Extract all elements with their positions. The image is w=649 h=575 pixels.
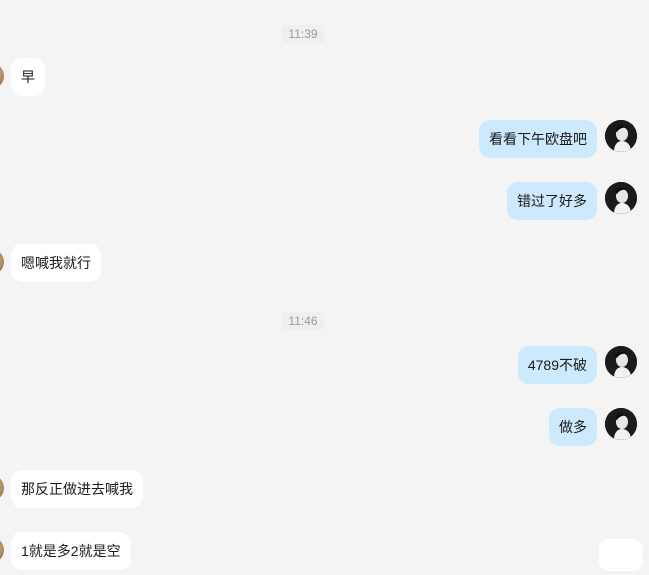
partial-message-bubble[interactable]	[599, 539, 643, 571]
contact-avatar-icon[interactable]	[0, 249, 4, 275]
message-bubble-incoming[interactable]: 嗯喊我就行	[11, 244, 101, 282]
timestamp-label: 11:46	[282, 312, 324, 330]
message-bubble-outgoing[interactable]: 看看下午欧盘吧	[479, 120, 597, 158]
message-bubble-outgoing[interactable]: 做多	[549, 408, 597, 446]
message-bubble-incoming[interactable]: 早	[11, 58, 45, 96]
timestamp-label: 11:39	[282, 25, 324, 43]
message-bubble-incoming[interactable]: 1就是多2就是空	[11, 532, 131, 570]
contact-avatar-icon[interactable]	[0, 63, 4, 89]
timestamp: 11:39	[0, 25, 606, 43]
timestamp: 11:46	[0, 312, 606, 330]
contact-avatar-icon[interactable]	[0, 537, 4, 563]
message-bubble-outgoing[interactable]: 4789不破	[517, 346, 597, 384]
user-avatar-icon[interactable]	[605, 182, 637, 214]
user-avatar-icon[interactable]	[605, 408, 637, 440]
message-bubble-outgoing[interactable]: 错过了好多	[507, 182, 597, 220]
user-avatar-icon[interactable]	[605, 120, 637, 152]
message-bubble-incoming[interactable]: 那反正做进去喊我	[11, 470, 143, 508]
contact-avatar-icon[interactable]	[0, 475, 4, 501]
user-avatar-icon[interactable]	[605, 346, 637, 378]
